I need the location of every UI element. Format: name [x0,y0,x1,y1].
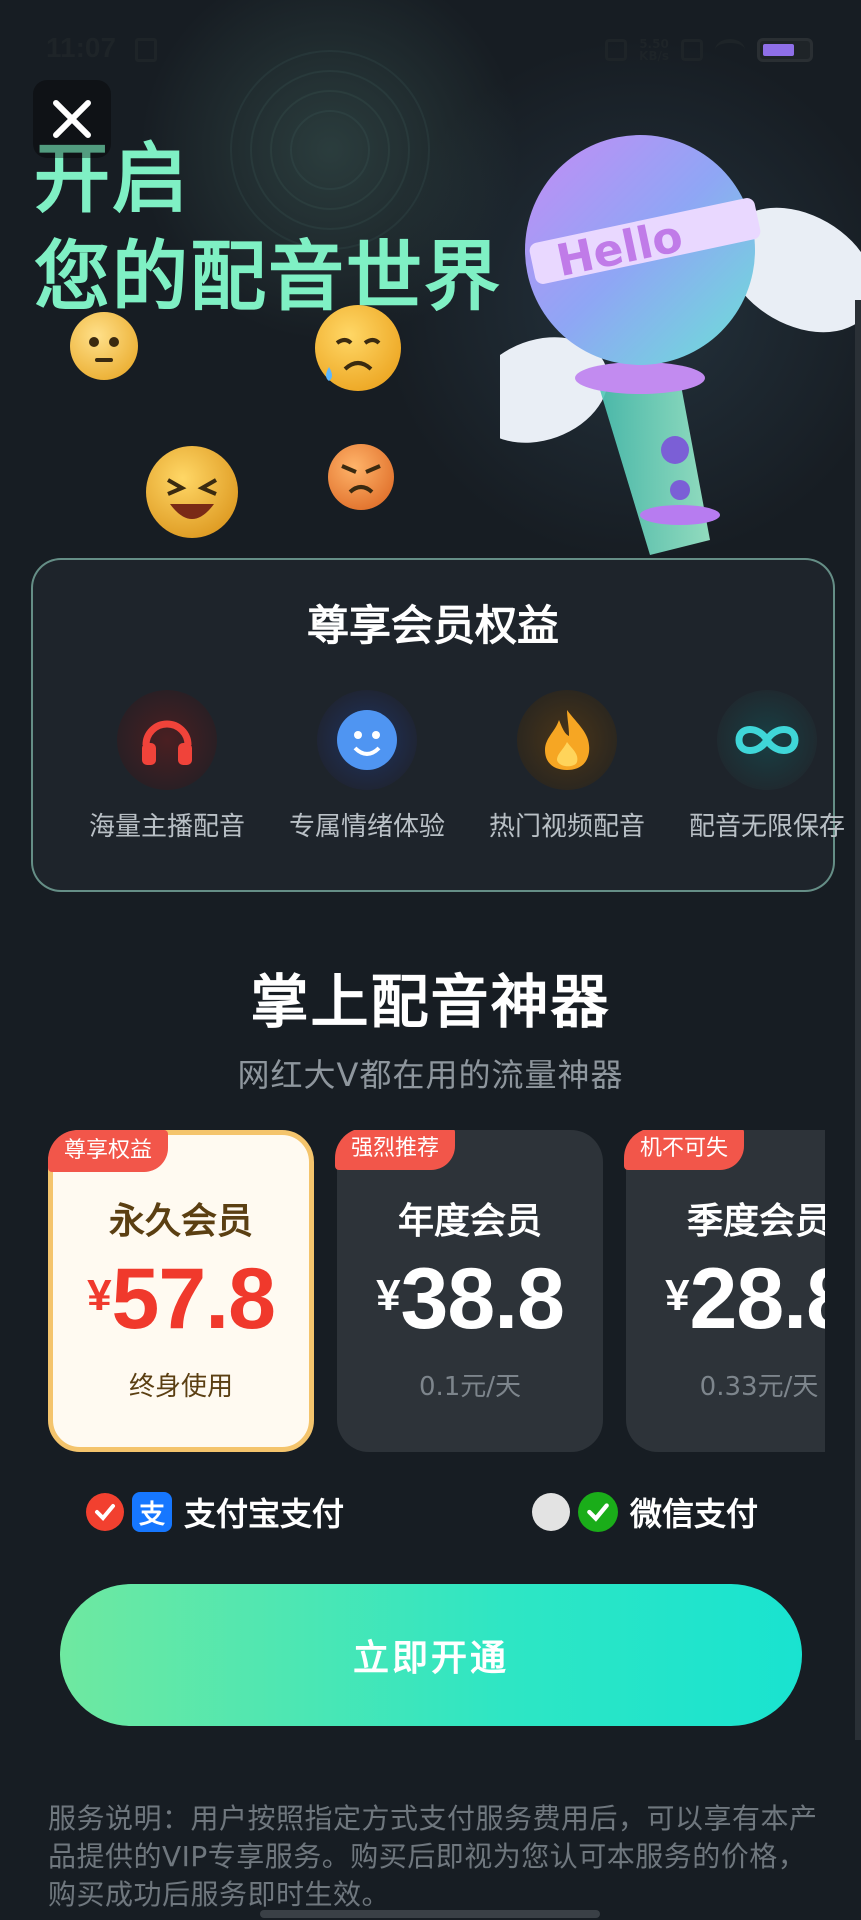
plan-note: 终身使用 [128,1372,233,1402]
plan-name: 季度会员 [686,1201,825,1242]
plan-note: 0.33元/天 [699,1372,819,1402]
wifi-icon [715,39,745,61]
benefit-item-emotion[interactable]: 专属情绪体验 [267,690,467,843]
benefit-item-unlimited-save[interactable]: 配音无限保存 [667,690,861,843]
alipay-label: 支付宝支付 [184,1495,345,1533]
section-title: 掌上配音神器 [250,968,611,1036]
infinity-icon [717,690,817,790]
service-terms: 服务说明：用户按照指定方式支付服务费用后，可以享有本产品提供的VIP专享服务。购… [48,1802,818,1911]
benefit-item-voice-anchors[interactable]: 海量主播配音 [67,690,267,843]
alipay-icon: 支 [132,1492,172,1532]
scroll-edge [855,300,861,1740]
fire-icon [517,690,617,790]
battery-icon [757,38,813,62]
nfc-icon [681,39,703,61]
plan-price: ¥38.8 [337,1250,603,1349]
plan-card-yearly[interactable]: 强烈推荐 年度会员 ¥38.8 0.1元/天 [335,1130,603,1452]
plan-card-lifetime[interactable]: 尊享权益 永久会员 ¥57.8 终身使用 [48,1130,314,1452]
plan-price: ¥57.8 [53,1250,309,1349]
plan-badge: 强烈推荐 [335,1130,456,1170]
benefit-label: 配音无限保存 [688,812,845,842]
benefits-title: 尊享会员权益 [306,601,559,650]
plan-name: 永久会员 [108,1201,253,1242]
plan-name: 年度会员 [397,1201,542,1242]
microphone-illustration: Hello [472,120,861,590]
home-indicator[interactable] [260,1910,600,1918]
hero-title: 开启 您的配音世界 [34,130,502,326]
plan-badge: 机不可失 [624,1130,745,1170]
status-bar: 11:07 5.50 KB/s [0,0,861,100]
plan-badge: 尊享权益 [48,1130,169,1172]
plan-currency: ¥ [87,1271,112,1320]
sd-card-icon [135,38,157,62]
angry-face-emoji-icon [328,444,394,510]
benefit-label: 热门视频配音 [488,812,645,842]
wechat-pay-icon [578,1492,618,1532]
headphones-icon [117,690,217,790]
plan-card-quarterly[interactable]: 机不可失 季度会员 ¥28.8 0.33元/天 [624,1130,825,1452]
status-time: 11:07 [46,32,117,63]
payment-option-alipay[interactable]: 支 支付宝支付 [86,1488,344,1536]
benefit-item-hot-video[interactable]: 热门视频配音 [467,690,667,843]
plan-price: ¥28.8 [626,1250,825,1349]
payment-option-wechat[interactable]: 微信支付 [532,1488,758,1536]
plan-note: 0.1元/天 [418,1372,522,1402]
net-speed-unit: KB/s [639,49,669,63]
wechat-label: 微信支付 [630,1495,759,1533]
plan-currency: ¥ [376,1271,401,1320]
laughing-face-emoji-icon [146,446,238,538]
section-subtitle: 网红大V都在用的流量神器 [237,1056,624,1094]
vip-benefits-card: 尊享会员权益 海量主播配音 专属情绪体验 热门视频配音 配音无限保存 [31,558,845,892]
sad-sweat-face-emoji-icon [315,305,401,391]
silent-icon [605,39,628,61]
smile-face-icon [317,690,417,790]
status-icons: 5.50 KB/s [605,36,813,64]
plan-carousel[interactable]: 尊享权益 永久会员 ¥57.8 终身使用 强烈推荐 年度会员 ¥38.8 0.1… [48,1130,825,1452]
plan-currency: ¥ [665,1271,690,1320]
checkmark-radio-icon[interactable] [86,1493,124,1531]
neutral-face-emoji-icon [70,312,138,380]
activate-now-button[interactable]: 立即开通 [60,1584,802,1726]
plan-amount: 28.8 [689,1251,825,1347]
close-button[interactable] [33,80,111,158]
benefit-label: 海量主播配音 [88,812,245,842]
battery-level [763,44,794,56]
net-speed: 5.50 KB/s [639,38,669,62]
plan-amount: 38.8 [400,1251,565,1347]
radio-unchecked-icon[interactable] [532,1493,570,1531]
plan-amount: 57.8 [111,1251,276,1347]
close-icon [53,100,91,138]
benefit-label: 专属情绪体验 [288,812,445,842]
